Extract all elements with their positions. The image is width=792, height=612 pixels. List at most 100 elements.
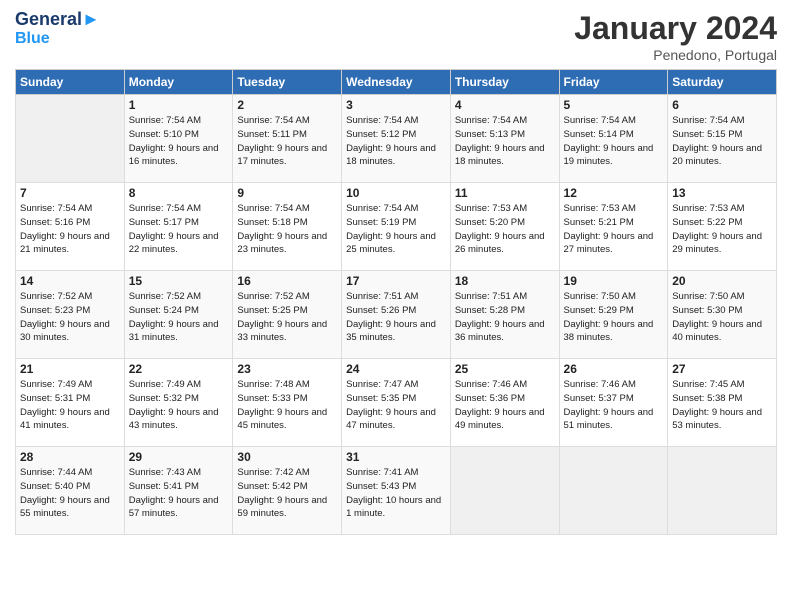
day-number: 31 xyxy=(346,450,446,464)
day-number: 23 xyxy=(237,362,337,376)
cell-info: Sunrise: 7:43 AMSunset: 5:41 PMDaylight:… xyxy=(129,466,229,521)
cell-info: Sunrise: 7:46 AMSunset: 5:36 PMDaylight:… xyxy=(455,378,555,433)
cell-info: Sunrise: 7:49 AMSunset: 5:32 PMDaylight:… xyxy=(129,378,229,433)
day-number: 17 xyxy=(346,274,446,288)
cell-1-6: 5 Sunrise: 7:54 AMSunset: 5:14 PMDaylight… xyxy=(559,95,668,183)
logo: General► Blue xyxy=(15,10,100,47)
cell-3-1: 14 Sunrise: 7:52 AMSunset: 5:23 PMDayligh… xyxy=(16,271,125,359)
day-number: 11 xyxy=(455,186,555,200)
cell-4-5: 25 Sunrise: 7:46 AMSunset: 5:36 PMDayligh… xyxy=(450,359,559,447)
day-number: 26 xyxy=(564,362,664,376)
week-row-2: 7 Sunrise: 7:54 AMSunset: 5:16 PMDaylight… xyxy=(16,183,777,271)
cell-2-7: 13Sunrise: 7:53 AMSunset: 5:22 PMDayligh… xyxy=(668,183,777,271)
header: General► Blue January 2024 Penedono, Por… xyxy=(15,10,777,63)
calendar-table: Sunday Monday Tuesday Wednesday Thursday… xyxy=(15,69,777,535)
cell-3-5: 18Sunrise: 7:51 AMSunset: 5:28 PMDayligh… xyxy=(450,271,559,359)
cell-4-1: 21Sunrise: 7:49 AMSunset: 5:31 PMDayligh… xyxy=(16,359,125,447)
cell-info: Sunrise: 7:54 AMSunset: 5:14 PMDaylight:… xyxy=(564,114,664,169)
cell-info: Sunrise: 7:48 AMSunset: 5:33 PMDaylight:… xyxy=(237,378,337,433)
col-sunday: Sunday xyxy=(16,70,125,95)
cell-info: Sunrise: 7:45 AMSunset: 5:38 PMDaylight:… xyxy=(672,378,772,433)
cell-info: Sunrise: 7:52 AMSunset: 5:23 PMDaylight:… xyxy=(20,290,120,345)
week-row-4: 21Sunrise: 7:49 AMSunset: 5:31 PMDayligh… xyxy=(16,359,777,447)
logo-text-blue: Blue xyxy=(15,30,100,48)
col-saturday: Saturday xyxy=(668,70,777,95)
cell-5-4: 31 Sunrise: 7:41 AMSunset: 5:43 PMDayligh… xyxy=(342,447,451,535)
cell-info: Sunrise: 7:54 AMSunset: 5:19 PMDaylight:… xyxy=(346,202,446,257)
cell-info: Sunrise: 7:47 AMSunset: 5:35 PMDaylight:… xyxy=(346,378,446,433)
cell-info: Sunrise: 7:51 AMSunset: 5:26 PMDaylight:… xyxy=(346,290,446,345)
day-number: 20 xyxy=(672,274,772,288)
header-row: Sunday Monday Tuesday Wednesday Thursday… xyxy=(16,70,777,95)
cell-info: Sunrise: 7:41 AMSunset: 5:43 PMDaylight:… xyxy=(346,466,446,521)
day-number: 7 xyxy=(20,186,120,200)
title-block: January 2024 Penedono, Portugal xyxy=(574,10,777,63)
day-number: 8 xyxy=(129,186,229,200)
day-number: 6 xyxy=(672,98,772,112)
day-number: 10 xyxy=(346,186,446,200)
day-number: 9 xyxy=(237,186,337,200)
cell-3-4: 17 Sunrise: 7:51 AMSunset: 5:26 PMDayligh… xyxy=(342,271,451,359)
day-number: 2 xyxy=(237,98,337,112)
day-number: 30 xyxy=(237,450,337,464)
cell-info: Sunrise: 7:53 AMSunset: 5:20 PMDaylight:… xyxy=(455,202,555,257)
day-number: 24 xyxy=(346,362,446,376)
day-number: 5 xyxy=(564,98,664,112)
cell-3-7: 20 Sunrise: 7:50 AMSunset: 5:30 PMDayligh… xyxy=(668,271,777,359)
cell-2-1: 7 Sunrise: 7:54 AMSunset: 5:16 PMDaylight… xyxy=(16,183,125,271)
cell-1-4: 3Sunrise: 7:54 AMSunset: 5:12 PMDaylight… xyxy=(342,95,451,183)
cell-5-6 xyxy=(559,447,668,535)
cell-info: Sunrise: 7:52 AMSunset: 5:24 PMDaylight:… xyxy=(129,290,229,345)
day-number: 1 xyxy=(129,98,229,112)
day-number: 27 xyxy=(672,362,772,376)
cell-4-2: 22 Sunrise: 7:49 AMSunset: 5:32 PMDayligh… xyxy=(124,359,233,447)
day-number: 14 xyxy=(20,274,120,288)
cell-3-6: 19Sunrise: 7:50 AMSunset: 5:29 PMDayligh… xyxy=(559,271,668,359)
day-number: 19 xyxy=(564,274,664,288)
cell-2-3: 9 Sunrise: 7:54 AMSunset: 5:18 PMDaylight… xyxy=(233,183,342,271)
cell-4-6: 26 Sunrise: 7:46 AMSunset: 5:37 PMDayligh… xyxy=(559,359,668,447)
day-number: 15 xyxy=(129,274,229,288)
cell-1-3: 2Sunrise: 7:54 AMSunset: 5:11 PMDaylight… xyxy=(233,95,342,183)
cell-5-5 xyxy=(450,447,559,535)
cell-info: Sunrise: 7:54 AMSunset: 5:10 PMDaylight:… xyxy=(129,114,229,169)
cell-2-2: 8 Sunrise: 7:54 AMSunset: 5:17 PMDaylight… xyxy=(124,183,233,271)
cell-4-3: 23 Sunrise: 7:48 AMSunset: 5:33 PMDayligh… xyxy=(233,359,342,447)
page-container: General► Blue January 2024 Penedono, Por… xyxy=(0,0,792,545)
cell-5-1: 28 Sunrise: 7:44 AMSunset: 5:40 PMDayligh… xyxy=(16,447,125,535)
cell-info: Sunrise: 7:54 AMSunset: 5:12 PMDaylight:… xyxy=(346,114,446,169)
day-number: 21 xyxy=(20,362,120,376)
col-wednesday: Wednesday xyxy=(342,70,451,95)
cell-5-3: 30 Sunrise: 7:42 AMSunset: 5:42 PMDayligh… xyxy=(233,447,342,535)
cell-info: Sunrise: 7:53 AMSunset: 5:21 PMDaylight:… xyxy=(564,202,664,257)
day-number: 28 xyxy=(20,450,120,464)
day-number: 18 xyxy=(455,274,555,288)
cell-info: Sunrise: 7:42 AMSunset: 5:42 PMDaylight:… xyxy=(237,466,337,521)
cell-info: Sunrise: 7:54 AMSunset: 5:18 PMDaylight:… xyxy=(237,202,337,257)
cell-info: Sunrise: 7:54 AMSunset: 5:16 PMDaylight:… xyxy=(20,202,120,257)
cell-info: Sunrise: 7:46 AMSunset: 5:37 PMDaylight:… xyxy=(564,378,664,433)
col-thursday: Thursday xyxy=(450,70,559,95)
cell-2-4: 10 Sunrise: 7:54 AMSunset: 5:19 PMDayligh… xyxy=(342,183,451,271)
col-monday: Monday xyxy=(124,70,233,95)
cell-info: Sunrise: 7:44 AMSunset: 5:40 PMDaylight:… xyxy=(20,466,120,521)
cell-5-7 xyxy=(668,447,777,535)
col-tuesday: Tuesday xyxy=(233,70,342,95)
logo-text: General► xyxy=(15,10,100,30)
cell-info: Sunrise: 7:54 AMSunset: 5:13 PMDaylight:… xyxy=(455,114,555,169)
cell-5-2: 29 Sunrise: 7:43 AMSunset: 5:41 PMDayligh… xyxy=(124,447,233,535)
cell-1-1 xyxy=(16,95,125,183)
day-number: 29 xyxy=(129,450,229,464)
cell-1-7: 6 Sunrise: 7:54 AMSunset: 5:15 PMDaylight… xyxy=(668,95,777,183)
cell-info: Sunrise: 7:50 AMSunset: 5:30 PMDaylight:… xyxy=(672,290,772,345)
subtitle: Penedono, Portugal xyxy=(574,47,777,63)
col-friday: Friday xyxy=(559,70,668,95)
day-number: 22 xyxy=(129,362,229,376)
cell-info: Sunrise: 7:52 AMSunset: 5:25 PMDaylight:… xyxy=(237,290,337,345)
cell-info: Sunrise: 7:54 AMSunset: 5:15 PMDaylight:… xyxy=(672,114,772,169)
week-row-1: 1 Sunrise: 7:54 AMSunset: 5:10 PMDaylight… xyxy=(16,95,777,183)
day-number: 13 xyxy=(672,186,772,200)
day-number: 25 xyxy=(455,362,555,376)
cell-info: Sunrise: 7:54 AMSunset: 5:17 PMDaylight:… xyxy=(129,202,229,257)
week-row-5: 28 Sunrise: 7:44 AMSunset: 5:40 PMDayligh… xyxy=(16,447,777,535)
